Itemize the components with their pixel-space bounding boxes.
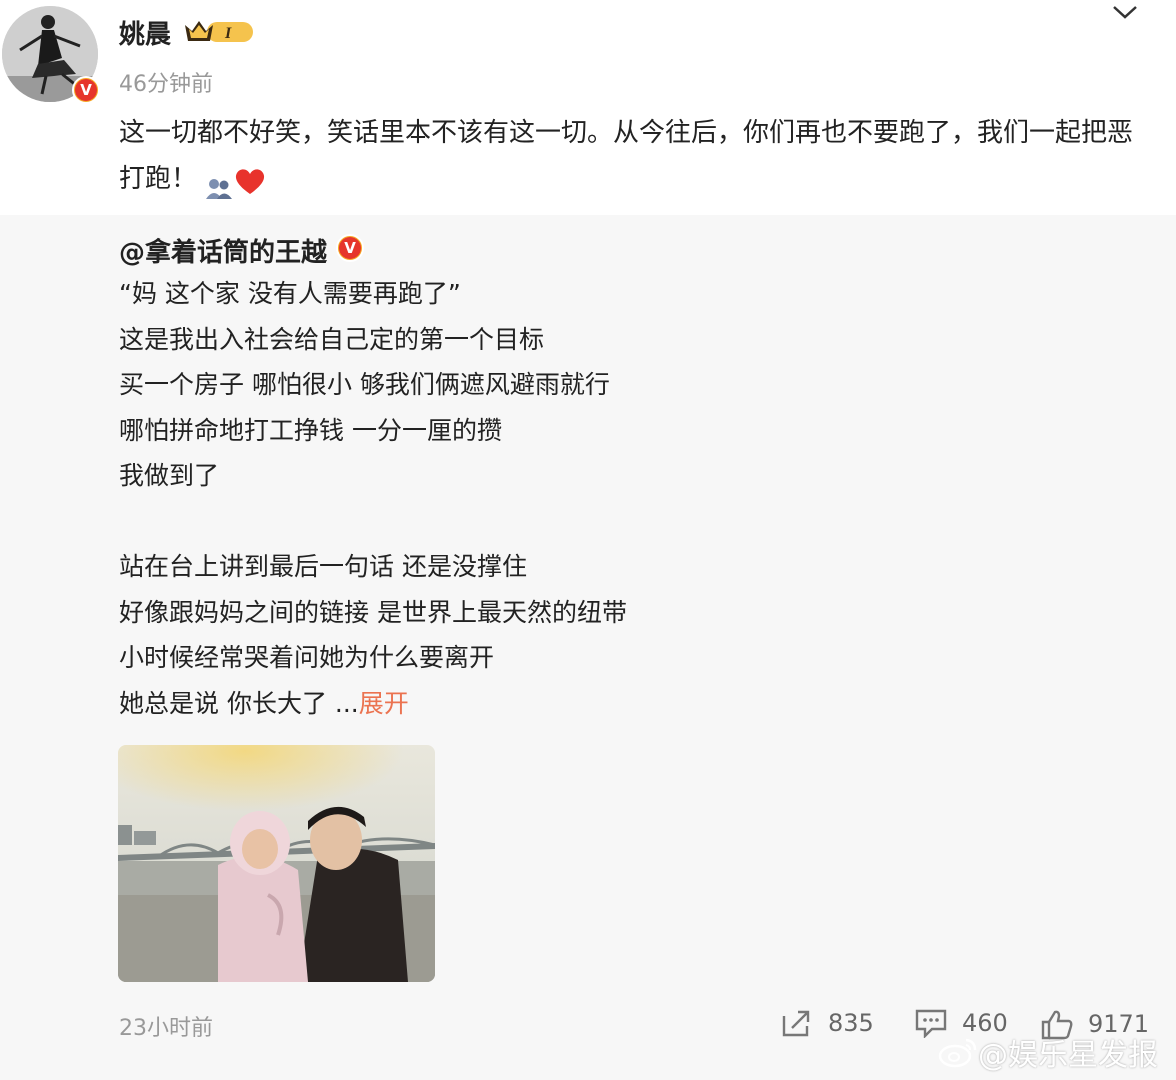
repost-text: “妈 这个家 没有人需要再跑了” 这是我出入社会给自己定的第一个目标 买一个房子… [119,271,1119,726]
post-time: 46分钟前 [119,72,213,97]
repost-line [119,499,1119,545]
repost-line: 站在台上讲到最后一句话 还是没撑住 [119,552,527,581]
crown-icon[interactable]: I [183,17,255,47]
repost-line: 我做到了 [119,461,220,490]
verified-icon: V [336,234,364,262]
people-emoji-icon [205,169,233,199]
repost-line: 她总是说 你长大了 ...展开 [119,681,1119,727]
repost-icon [782,1010,810,1037]
watermark: @娱乐星发报 [938,1030,1158,1074]
repost-line: “妈 这个家 没有人需要再跑了” [119,279,461,308]
repost-time: 23小时前 [119,1016,213,1041]
author-name[interactable]: 姚晨 [119,14,171,51]
repost-line: 买一个房子 哪怕很小 够我们俩遮风避雨就行 [119,370,610,399]
repost-count: 835 [828,1009,874,1037]
expand-link[interactable]: 展开 [359,689,409,718]
level-badge-text: I [224,25,232,42]
watermark-text: @娱乐星发报 [978,1038,1158,1073]
repost-line: 这是我出入社会给自己定的第一个目标 [119,324,545,354]
repost-username[interactable]: @拿着话筒的王越 [119,232,327,269]
repost-line: 好像跟妈妈之间的链接 是世界上最天然的纽带 [119,597,627,627]
repost-last-line: 她总是说 你长大了 ... [119,688,359,718]
weibo-logo-icon [938,1038,977,1068]
repost-photo[interactable] [118,745,435,982]
post-body: 这一切都不好笑，笑话里本不该有这一切。从今往后，你们再也不要跑了，我们一起把恶打… [119,118,1134,194]
post-text: 这一切都不好笑，笑话里本不该有这一切。从今往后，你们再也不要跑了，我们一起把恶打… [119,110,1149,202]
repost-button[interactable]: 835 [780,1008,874,1038]
chevron-down-icon[interactable] [1110,2,1140,22]
verified-icon: V [72,76,100,104]
repost-line: 小时候经常哭着问她为什么要离开 [119,643,495,672]
repost-line: 哪怕拼命地打工挣钱 一分一厘的攒 [119,415,502,445]
heart-emoji-icon [233,165,267,195]
